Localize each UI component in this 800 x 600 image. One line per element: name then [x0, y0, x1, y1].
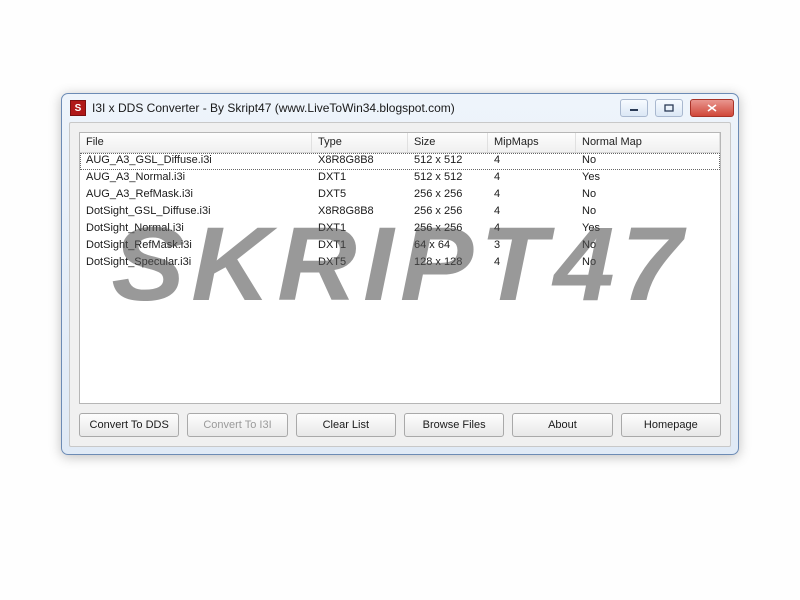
convert-to-dds-button[interactable]: Convert To DDS [79, 413, 179, 437]
table-row[interactable]: AUG_A3_GSL_Diffuse.i3iX8R8G8B8512 x 5124… [80, 153, 720, 170]
col-header-file[interactable]: File [80, 133, 312, 152]
table-row[interactable]: DotSight_Specular.i3iDXT5128 x 1284No [80, 255, 720, 272]
cell-file: DotSight_Normal.i3i [80, 221, 312, 238]
maximize-button[interactable] [655, 99, 683, 117]
cell-file: DotSight_GSL_Diffuse.i3i [80, 204, 312, 221]
cell-size: 256 x 256 [408, 221, 488, 238]
cell-file: DotSight_Specular.i3i [80, 255, 312, 272]
cell-normal: No [576, 238, 720, 255]
cell-mipmaps: 4 [488, 204, 576, 221]
app-window: S I3I x DDS Converter - By Skript47 (www… [61, 93, 739, 455]
list-header[interactable]: File Type Size MipMaps Normal Map [80, 133, 720, 153]
col-header-normal[interactable]: Normal Map [576, 133, 720, 152]
cell-type: X8R8G8B8 [312, 204, 408, 221]
table-row[interactable]: AUG_A3_RefMask.i3iDXT5256 x 2564No [80, 187, 720, 204]
cell-file: AUG_A3_Normal.i3i [80, 170, 312, 187]
cell-mipmaps: 4 [488, 153, 576, 170]
homepage-button[interactable]: Homepage [621, 413, 721, 437]
cell-type: DXT1 [312, 170, 408, 187]
about-button[interactable]: About [512, 413, 612, 437]
cell-mipmaps: 4 [488, 221, 576, 238]
cell-size: 128 x 128 [408, 255, 488, 272]
col-header-size[interactable]: Size [408, 133, 488, 152]
table-row[interactable]: AUG_A3_Normal.i3iDXT1512 x 5124Yes [80, 170, 720, 187]
titlebar[interactable]: S I3I x DDS Converter - By Skript47 (www… [62, 94, 738, 122]
button-row: Convert To DDS Convert To I3I Clear List… [79, 413, 721, 437]
cell-normal: Yes [576, 221, 720, 238]
cell-mipmaps: 3 [488, 238, 576, 255]
window-title: I3I x DDS Converter - By Skript47 (www.L… [92, 101, 613, 115]
cell-normal: No [576, 153, 720, 170]
table-row[interactable]: DotSight_Normal.i3iDXT1256 x 2564Yes [80, 221, 720, 238]
cell-normal: No [576, 187, 720, 204]
cell-type: DXT5 [312, 255, 408, 272]
clear-list-button[interactable]: Clear List [296, 413, 396, 437]
col-header-type[interactable]: Type [312, 133, 408, 152]
close-button[interactable] [690, 99, 734, 117]
cell-type: DXT1 [312, 238, 408, 255]
cell-size: 256 x 256 [408, 187, 488, 204]
cell-mipmaps: 4 [488, 170, 576, 187]
cell-size: 512 x 512 [408, 170, 488, 187]
cell-mipmaps: 4 [488, 187, 576, 204]
close-icon [707, 104, 717, 112]
table-row[interactable]: DotSight_RefMask.i3iDXT164 x 643No [80, 238, 720, 255]
cell-normal: No [576, 204, 720, 221]
file-list[interactable]: File Type Size MipMaps Normal Map AUG_A3… [79, 132, 721, 404]
cell-type: DXT5 [312, 187, 408, 204]
minimize-icon [629, 104, 639, 112]
cell-file: DotSight_RefMask.i3i [80, 238, 312, 255]
cell-file: AUG_A3_RefMask.i3i [80, 187, 312, 204]
convert-to-i3i-button[interactable]: Convert To I3I [187, 413, 287, 437]
cell-type: X8R8G8B8 [312, 153, 408, 170]
browse-files-button[interactable]: Browse Files [404, 413, 504, 437]
cell-mipmaps: 4 [488, 255, 576, 272]
cell-size: 64 x 64 [408, 238, 488, 255]
list-body[interactable]: AUG_A3_GSL_Diffuse.i3iX8R8G8B8512 x 5124… [80, 153, 720, 403]
maximize-icon [664, 104, 674, 112]
cell-normal: Yes [576, 170, 720, 187]
client-area: File Type Size MipMaps Normal Map AUG_A3… [69, 122, 731, 447]
minimize-button[interactable] [620, 99, 648, 117]
table-row[interactable]: DotSight_GSL_Diffuse.i3iX8R8G8B8256 x 25… [80, 204, 720, 221]
cell-type: DXT1 [312, 221, 408, 238]
cell-size: 256 x 256 [408, 204, 488, 221]
cell-size: 512 x 512 [408, 153, 488, 170]
col-header-mipmaps[interactable]: MipMaps [488, 133, 576, 152]
cell-file: AUG_A3_GSL_Diffuse.i3i [80, 153, 312, 170]
cell-normal: No [576, 255, 720, 272]
app-icon: S [70, 100, 86, 116]
